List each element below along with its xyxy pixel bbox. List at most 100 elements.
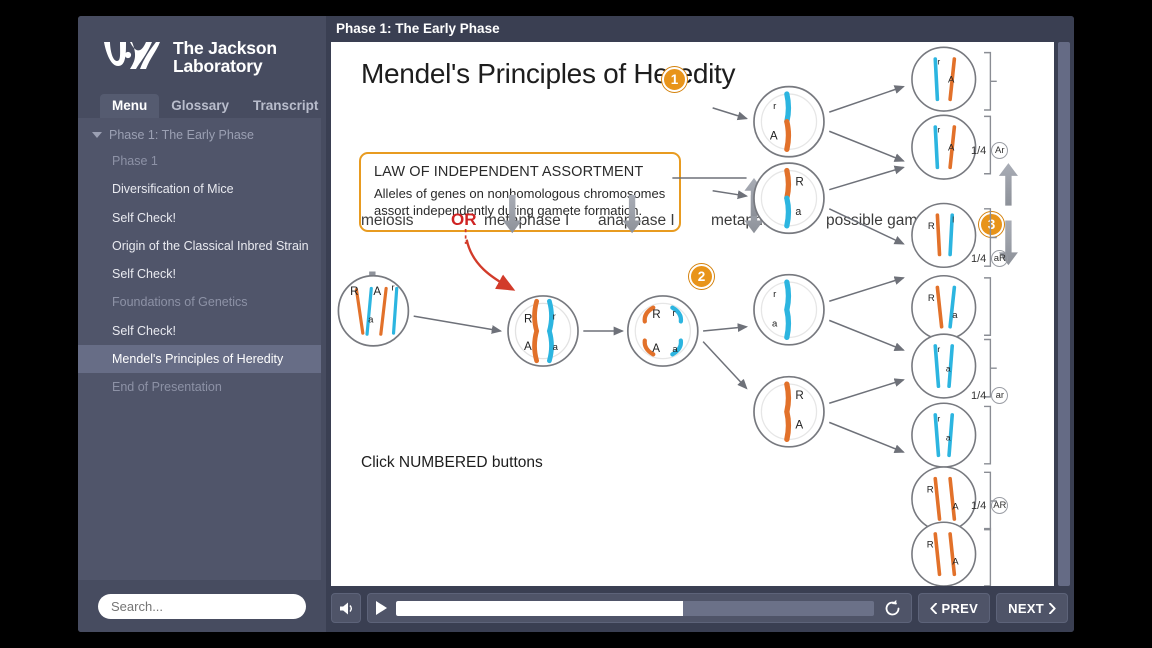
- cell-meiosis: R A r a: [337, 274, 410, 347]
- prev-button[interactable]: PREV: [917, 593, 991, 623]
- cell-metaphase-ii-4: R A: [753, 375, 825, 448]
- gamete-cell-1: r A: [911, 46, 977, 112]
- svg-text:R: R: [927, 540, 934, 551]
- svg-text:a: a: [946, 363, 951, 373]
- gamete-cell-8: R A: [911, 521, 977, 586]
- svg-text:r: r: [937, 344, 940, 354]
- svg-text:R: R: [652, 308, 660, 321]
- sidebar: The Jackson Laboratory Menu Glossary Tra…: [78, 16, 326, 632]
- svg-text:A: A: [948, 142, 955, 153]
- genotype-chip: aR: [991, 250, 1009, 267]
- prev-label: PREV: [941, 600, 979, 616]
- genotype-chip: Ar: [991, 142, 1009, 159]
- svg-text:A: A: [524, 340, 532, 353]
- brand-name: The Jackson Laboratory: [173, 37, 277, 76]
- replay-button[interactable]: [883, 599, 902, 618]
- flow-arrows-down: [362, 195, 764, 306]
- progress-bar[interactable]: [396, 600, 874, 616]
- svg-text:r: r: [937, 413, 940, 423]
- sidebar-item-self-check-1[interactable]: Self Check!: [78, 204, 326, 232]
- sidebar-item-self-check-2[interactable]: Self Check!: [78, 260, 326, 288]
- gamete-cell-5: r a: [911, 333, 977, 399]
- svg-text:A: A: [373, 285, 381, 298]
- svg-text:r: r: [937, 124, 940, 134]
- gamete-cell-6: r a: [911, 402, 977, 468]
- cell-metaphase-ii-3: r a: [753, 273, 825, 346]
- chevron-left-icon: [929, 602, 937, 614]
- speaker-icon: [339, 602, 352, 614]
- cell-metaphase-ii-2: R a: [753, 162, 825, 235]
- player-window: The Jackson Laboratory Menu Glossary Tra…: [78, 16, 1074, 632]
- search-input[interactable]: [98, 593, 306, 619]
- sidebar-item-mendels-principles-of-heredity[interactable]: Mendel's Principles of Heredity: [78, 344, 326, 373]
- sidebar-tabs: Menu Glossary Transcript: [78, 90, 326, 118]
- genotype-chip: AR: [991, 497, 1009, 514]
- gamete-cell-3: R l: [911, 202, 977, 269]
- sidebar-item-self-check-3[interactable]: Self Check!: [78, 317, 326, 345]
- menu-group-phase-1[interactable]: Phase 1: The Early Phase: [78, 124, 326, 147]
- svg-text:R: R: [927, 484, 934, 495]
- page-title: Phase 1: The Early Phase: [336, 21, 500, 36]
- svg-text:A: A: [770, 130, 778, 143]
- play-button[interactable]: [376, 601, 387, 615]
- slide-scrollbar[interactable]: [1054, 42, 1074, 586]
- svg-text:a: a: [368, 314, 374, 325]
- svg-text:R: R: [350, 285, 358, 298]
- menu-scrollbar[interactable]: [321, 118, 326, 580]
- svg-text:a: a: [952, 310, 958, 321]
- progress-fill: [396, 600, 683, 616]
- meiosis-diagram: R A r a R r A a R r A a r a R A r A R a …: [337, 46, 1018, 586]
- slide-scrollbar-thumb[interactable]: [1058, 42, 1070, 586]
- svg-text:R: R: [928, 221, 935, 232]
- svg-text:a: a: [772, 319, 778, 330]
- svg-text:A: A: [952, 557, 959, 568]
- genotype-chip: ar: [991, 387, 1009, 404]
- cell-metaphase-i: R r A a: [507, 295, 579, 367]
- sidebar-item-diversification-of-mice[interactable]: Diversification of Mice: [78, 175, 326, 203]
- search-area: [78, 580, 326, 632]
- svg-text:a: a: [672, 344, 678, 355]
- menu-group-label: Phase 1: The Early Phase: [109, 128, 254, 142]
- svg-text:R: R: [795, 389, 803, 402]
- brand-logo: The Jackson Laboratory: [78, 16, 326, 90]
- gamete-label-4: 1/4 AR: [971, 497, 1009, 514]
- svg-text:a: a: [946, 432, 951, 442]
- gamete-cell-7: R A: [911, 466, 977, 532]
- gamete-cell-4: R a: [911, 274, 977, 341]
- svg-text:R: R: [795, 175, 803, 188]
- or-arrow: [465, 239, 516, 291]
- slide-canvas: Mendel's Principles of Heredity LAW OF I…: [331, 42, 1054, 586]
- cell-metaphase-ii-1: r A: [753, 85, 825, 158]
- player-controls: PREV NEXT: [326, 586, 1074, 632]
- gamete-cell-2: r A: [911, 114, 977, 180]
- sidebar-item-origin-of-the-classical-inbred-strain[interactable]: Origin of the Classical Inbred Strain: [78, 232, 326, 260]
- gamete-label-2: 1/4 aR: [971, 250, 1009, 267]
- tab-transcript[interactable]: Transcript: [241, 94, 330, 118]
- gamete-bracket-1: [984, 51, 997, 111]
- sidebar-item-foundations-of-genetics[interactable]: Foundations of Genetics: [78, 288, 326, 316]
- tab-glossary[interactable]: Glossary: [159, 94, 241, 118]
- svg-text:A: A: [652, 342, 660, 355]
- sidebar-item-phase-1[interactable]: Phase 1: [78, 147, 326, 175]
- volume-button[interactable]: [331, 593, 361, 623]
- replay-icon: [885, 599, 899, 615]
- svg-text:l: l: [952, 215, 954, 225]
- next-button[interactable]: NEXT: [996, 593, 1068, 623]
- jax-logo-icon: [104, 42, 160, 69]
- main-area: Phase 1: The Early Phase Mendel's Princi…: [326, 16, 1074, 632]
- sidebar-item-end-of-presentation[interactable]: End of Presentation: [78, 373, 326, 401]
- svg-text:a: a: [795, 206, 801, 218]
- gamete-label-1: 1/4 Ar: [971, 142, 1009, 159]
- chevron-down-icon: [92, 132, 102, 138]
- svg-text:A: A: [952, 501, 959, 512]
- svg-text:r: r: [937, 56, 940, 66]
- menu-list: Phase 1: The Early Phase Phase 1 Diversi…: [78, 118, 326, 580]
- svg-text:R: R: [928, 293, 935, 304]
- cell-anaphase-i: R r A a: [626, 295, 699, 367]
- tab-menu[interactable]: Menu: [100, 94, 160, 118]
- svg-text:a: a: [553, 342, 559, 353]
- stage-wrap: Mendel's Principles of Heredity LAW OF I…: [326, 42, 1074, 586]
- chevron-right-icon: [1049, 602, 1056, 614]
- svg-text:R: R: [524, 312, 532, 325]
- gamete-label-3: 1/4 ar: [971, 387, 1009, 404]
